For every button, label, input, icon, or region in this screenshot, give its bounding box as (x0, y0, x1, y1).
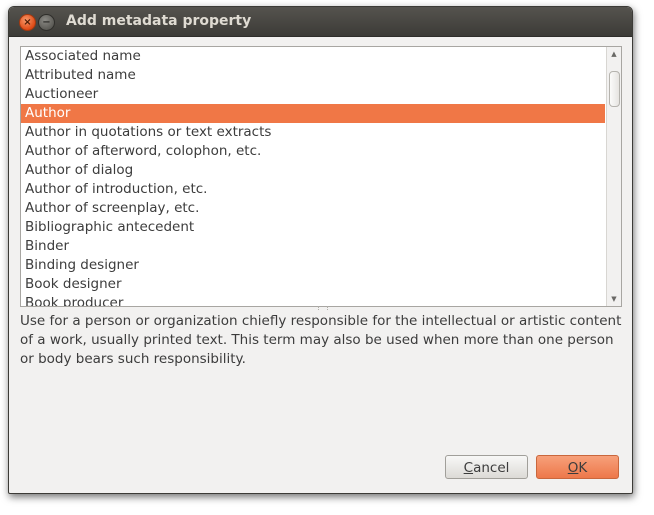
minimize-icon: − (42, 17, 51, 28)
list-item[interactable]: Binding designer (21, 256, 605, 275)
pane-splitter[interactable] (20, 306, 622, 311)
vertical-scrollbar[interactable]: ▲ ▼ (606, 47, 621, 306)
scroll-down-icon[interactable]: ▼ (607, 293, 621, 305)
scroll-up-icon[interactable]: ▲ (607, 48, 621, 60)
ok-button[interactable]: OK (536, 455, 619, 479)
list-item[interactable]: Auctioneer (21, 85, 605, 104)
ok-mnemonic: O (567, 460, 579, 476)
list-item[interactable]: Bibliographic antecedent (21, 218, 605, 237)
scroll-thumb[interactable] (609, 71, 620, 107)
title-bar[interactable]: × − Add metadata property (9, 7, 632, 37)
property-description: Use for a person or organization chiefly… (20, 313, 622, 367)
window-title: Add metadata property (66, 13, 252, 29)
ok-label: K (578, 460, 588, 476)
list-item[interactable]: Author of screenplay, etc. (21, 199, 605, 218)
list-item[interactable]: Binder (21, 237, 605, 256)
minimize-window-button[interactable]: − (38, 14, 55, 31)
splitter-grip-icon[interactable] (318, 306, 328, 310)
list-item[interactable]: Author of introduction, etc. (21, 180, 605, 199)
list-item[interactable]: Book designer (21, 275, 605, 294)
list-item[interactable]: Attributed name (21, 66, 605, 85)
list-item[interactable]: Author in quotations or text extracts (21, 123, 605, 142)
close-icon: × (23, 17, 32, 28)
property-list[interactable]: Associated name Attributed name Auctioneer… (20, 46, 622, 307)
cancel-label: ancel (473, 460, 510, 476)
cancel-button[interactable]: Cancel (445, 455, 528, 479)
close-window-button[interactable]: × (19, 14, 36, 31)
dialog-window: × − Add metadata property Associated nam… (8, 6, 633, 494)
cancel-mnemonic: C (463, 460, 474, 476)
list-item[interactable]: Associated name (21, 47, 605, 66)
list-item[interactable]: Author of afterword, colophon, etc. (21, 142, 605, 161)
property-list-items: Associated name Attributed name Auctioneer… (21, 47, 605, 306)
list-item[interactable]: Author of dialog (21, 161, 605, 180)
list-item[interactable]: Author (21, 104, 605, 123)
